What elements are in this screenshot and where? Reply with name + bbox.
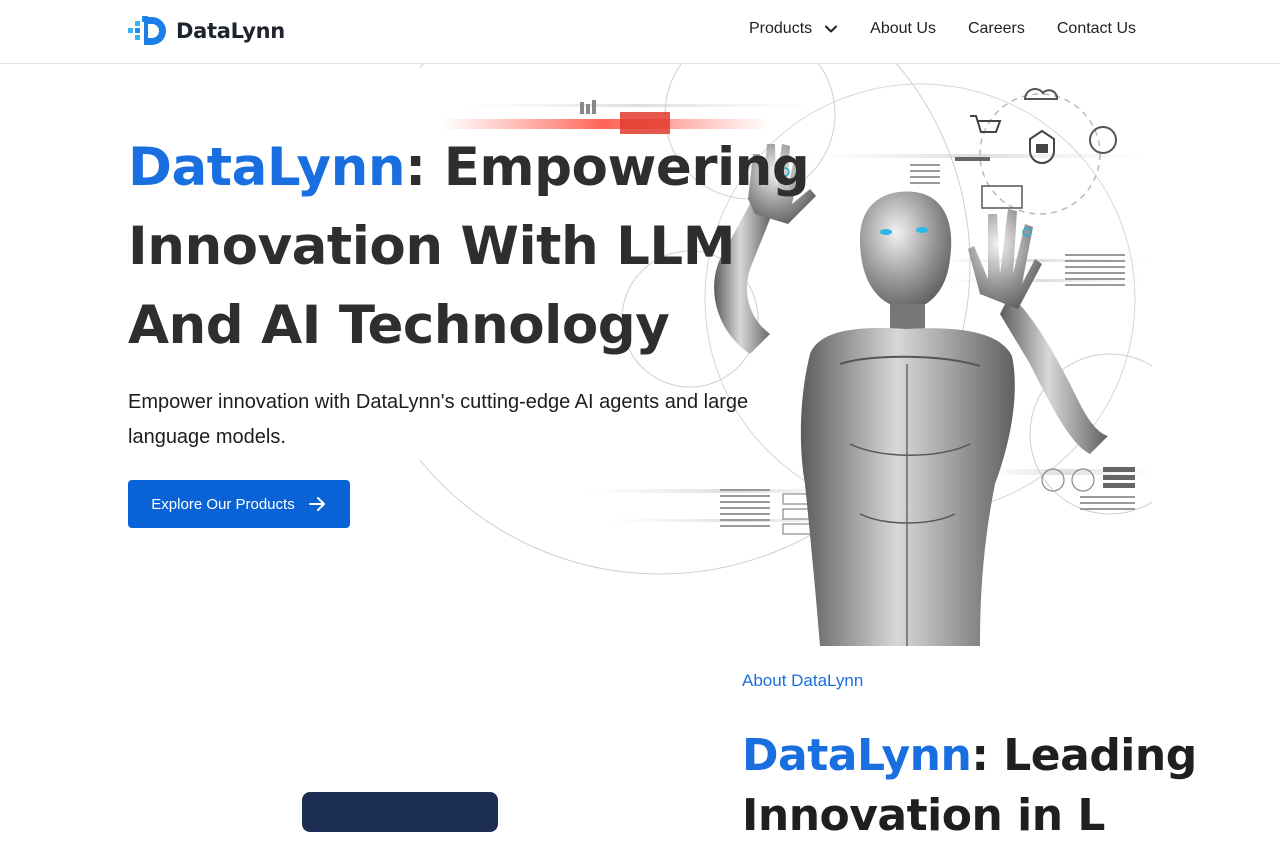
logo-mark-icon xyxy=(128,15,172,47)
main-nav: Products About Us Careers Contact Us xyxy=(749,20,1136,38)
nav-careers[interactable]: Careers xyxy=(968,20,1025,38)
hero-title: DataLynn: Empowering Innovation With LLM… xyxy=(128,128,810,365)
about-title: DataLynn: Leading Innovation in L xyxy=(742,726,1197,846)
hero-title-line2: Innovation With LLM xyxy=(128,216,735,277)
nav-products[interactable]: Products xyxy=(749,20,838,38)
hero-title-line1: : Empowering xyxy=(405,137,810,198)
logo-text: DataLynn xyxy=(176,19,285,43)
about-eyebrow: About DataLynn xyxy=(742,671,864,690)
hero-title-brand: DataLynn xyxy=(128,137,406,198)
nav-products-label: Products xyxy=(749,20,813,37)
nav-contact-us[interactable]: Contact Us xyxy=(1057,20,1136,38)
logo-link[interactable]: DataLynn xyxy=(128,15,285,47)
chevron-down-icon xyxy=(825,25,838,33)
about-title-brand: DataLynn xyxy=(742,730,972,781)
hero-subtitle: Empower innovation with DataLynn's cutti… xyxy=(128,391,749,448)
explore-products-button[interactable]: Explore Our Products xyxy=(128,480,350,528)
site-header: DataLynn Products About Us Careers Conta… xyxy=(0,0,1280,64)
explore-products-label: Explore Our Products xyxy=(151,495,295,513)
nav-about-us[interactable]: About Us xyxy=(870,20,936,38)
arrow-right-icon xyxy=(308,497,325,511)
hero-title-line3: And AI Technology xyxy=(128,295,670,356)
about-title-line2: Innovation in L xyxy=(742,790,1105,841)
about-title-rest: : Leading xyxy=(971,730,1197,781)
about-image-card xyxy=(302,792,498,832)
